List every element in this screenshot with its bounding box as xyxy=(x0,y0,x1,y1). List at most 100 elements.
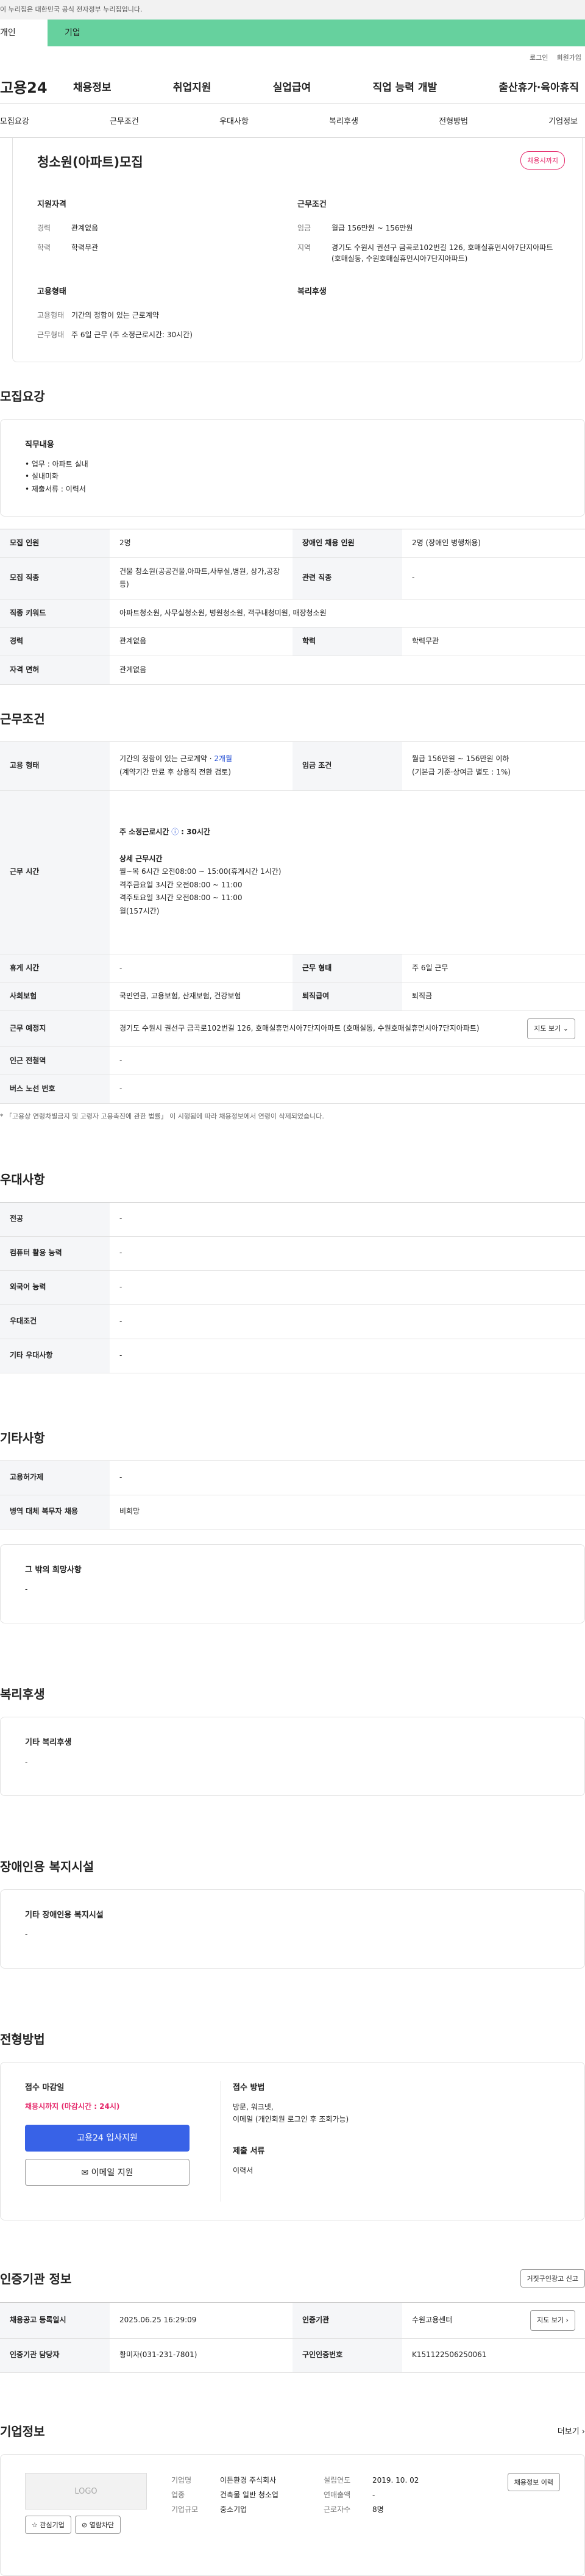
deadline-label: 접수 마감일 xyxy=(25,2083,65,2092)
pay-range: 월급 156만원 ~ 156만원 이하 xyxy=(412,754,509,764)
company-more-link[interactable]: 더보기 › xyxy=(558,2425,585,2436)
cell-key: 직종 키워드 xyxy=(0,599,110,628)
table-row: 사회보험 국민연금, 고용보험, 산재보험, 건강보험 퇴직급여 퇴직금 xyxy=(0,982,585,1011)
welfare-title: 복리후생 xyxy=(297,287,327,296)
disabled-box: 기타 장애인용 복지시설 - xyxy=(0,1889,585,1969)
cell-value: - xyxy=(402,557,585,599)
company-name-label: 기업명 xyxy=(171,2475,192,2485)
duty-item: • 실내미화 xyxy=(25,472,59,481)
favorite-company-button[interactable]: ☆ 관심기업 xyxy=(25,2515,71,2534)
other-wishes-label: 그 밖의 희망사항 xyxy=(25,1565,82,1575)
corporate-tab[interactable]: 기업 xyxy=(48,20,585,46)
cell-key: 근무 형태 xyxy=(292,954,402,983)
disabled-value: - xyxy=(25,1930,28,1939)
apply-button[interactable]: 고용24 입사지원 xyxy=(25,2124,190,2152)
etc-title: 기타사항 xyxy=(0,1430,45,1445)
block-company-button[interactable]: ⊘ 열람차단 xyxy=(74,2515,121,2534)
sales: - xyxy=(372,2490,375,2499)
gnb-parental-leave[interactable]: 출산휴가·육아휴직 xyxy=(498,79,579,94)
work-title: 근무조건 xyxy=(297,200,327,209)
table-row: 인근 전철역 - xyxy=(0,1046,585,1076)
cell-value: - xyxy=(110,1075,585,1104)
cell-key: 우대조건 xyxy=(0,1304,110,1339)
subnav-screening[interactable]: 전형방법 xyxy=(439,115,468,126)
table-row: 외국어 능력 - xyxy=(0,1270,585,1305)
recruit-table: 모집 인원 2명 장애인 채용 인원 2명 (장애인 병행채용) 모집 직종 건물 청소… xyxy=(0,529,585,685)
cell-key: 관련 직종 xyxy=(292,557,402,599)
cell-value: 경기도 수원시 권선구 금곡로102번길 126, 호매실휴먼시아7단지아파트 … xyxy=(110,1011,585,1047)
cert-map-button[interactable]: 지도 보기 › xyxy=(530,2309,575,2331)
emp-note: (계약기간 만료 후 상용직 전환 검토) xyxy=(119,768,231,777)
subnav-welfare[interactable]: 복리후생 xyxy=(329,115,358,126)
table-row: 모집 인원 2명 장애인 채용 인원 2명 (장애인 병행채용) xyxy=(0,529,585,558)
cell-value: 월급 156만원 ~ 156만원 이하 (기본급 기준·상여금 별도 : 1%) xyxy=(402,742,585,791)
welfare-label: 기타 복리후생 xyxy=(25,1737,72,1747)
signup-link[interactable]: 회원가입 xyxy=(557,54,581,62)
cell-key: 버스 노선 번호 xyxy=(0,1075,110,1104)
gnb-employment-support[interactable]: 취업지원 xyxy=(173,79,211,94)
cell-value: 2025.06.25 16:29:09 xyxy=(110,2302,292,2339)
docs-value: 이력서 xyxy=(233,2166,254,2175)
industry: 건축물 일반 청소업 xyxy=(220,2490,278,2499)
table-row: 모집 직종 건물 청소원(공공건물,아파트,사무실,병원, 상가,공장 등) 관련 … xyxy=(0,557,585,599)
edu-value: 학력무관 xyxy=(71,243,99,252)
disabled-label: 기타 장애인용 복지시설 xyxy=(25,1910,104,1920)
cert-table: 채용공고 등록일시 2025.06.25 16:29:09 인증기관 수원고용센터 지도… xyxy=(0,2302,585,2373)
report-fake-ad-button[interactable]: 거짓구인광고 신고 xyxy=(520,2269,585,2288)
cell-key: 자격 면허 xyxy=(0,656,110,685)
map-view-button[interactable]: 지도 보기 ⌄ xyxy=(527,1018,575,1039)
favorite-label: 관심기업 xyxy=(40,2521,65,2529)
cell-value: 주 6일 근무 xyxy=(402,954,585,983)
duty-label: 직무내용 xyxy=(25,440,54,449)
est-label: 설립연도 xyxy=(324,2475,351,2485)
cell-key: 학력 xyxy=(292,627,402,656)
table-row: 버스 노선 번호 - xyxy=(0,1075,585,1104)
job-history-button[interactable]: 채용정보 이력 xyxy=(507,2472,560,2491)
personal-tab[interactable]: 개인 xyxy=(0,20,48,46)
cell-value: 기간의 정함이 있는 근로계약 · 2개월 (계약기간 만료 후 상용직 전환 검… xyxy=(110,742,292,791)
subnav-recruit[interactable]: 모집요강 xyxy=(0,115,29,126)
contract-period: 2개월 xyxy=(214,754,233,764)
gnb-jobs[interactable]: 채용정보 xyxy=(73,79,112,94)
table-row: 경력 관계없음 학력 학력무관 xyxy=(0,627,585,656)
login-link[interactable]: 로그인 xyxy=(530,54,548,62)
cell-key: 고용허가제 xyxy=(0,1461,110,1495)
table-row: 병역 대체 복무자 채용 비희망 xyxy=(0,1495,585,1530)
company-title: 기업정보 xyxy=(0,2424,45,2439)
disabled-title: 장애인용 복지시설 xyxy=(0,1859,94,1874)
gnb-unemployment-benefit[interactable]: 실업급여 xyxy=(273,79,311,94)
gnb-job-training[interactable]: 직업 능력 개발 xyxy=(372,79,437,94)
detail-line: 격주토요일 3시간 오전08:00 ~ 11:00 xyxy=(119,893,243,903)
cell-value: - xyxy=(110,1046,585,1076)
table-row: 고용허가제 - xyxy=(0,1461,585,1495)
method-item: 방문, 워크넷, xyxy=(233,2102,274,2111)
email-icon: ✉ xyxy=(81,2167,89,2178)
cell-value: - xyxy=(110,1270,585,1305)
info-icon[interactable]: ⓘ xyxy=(171,828,179,836)
pref-title: 우대사항 xyxy=(0,1172,45,1187)
method-item: 이메일 (개인회원 로그인 후 조회가능) xyxy=(233,2115,349,2124)
subnav-conditions[interactable]: 근무조건 xyxy=(110,115,139,126)
cell-key: 전공 xyxy=(0,1202,110,1237)
hours-value: 주 6일 근무 (주 소정근로시간: 30시간) xyxy=(71,331,193,339)
work-place: 경기도 수원시 권선구 금곡로102번길 126, 호매실휴먼시아7단지아파트 … xyxy=(119,1023,480,1032)
edu-label: 학력 xyxy=(37,243,51,252)
cell-value: 수원고용센터 지도 보기 › xyxy=(402,2302,585,2339)
site-logo[interactable]: 고용24 xyxy=(0,76,73,97)
company-box: LOGO ☆ 관심기업 ⊘ 열람차단 기업명 이든환경 주식회사 업종 건축물 일반… xyxy=(0,2453,585,2576)
cell-value: 건물 청소원(공공건물,아파트,사무실,병원, 상가,공장 등) xyxy=(110,557,292,599)
subnav-preferences[interactable]: 우대사항 xyxy=(219,115,249,126)
cell-key: 근무 예정지 xyxy=(0,1011,110,1047)
cell-key: 모집 직종 xyxy=(0,557,110,599)
job-summary-card: 청소원(아파트)모집 채용시까지 지원자격 경력 관계없음 학력 학력무관 근무조건… xyxy=(12,138,583,362)
subnav-company[interactable]: 기업정보 xyxy=(548,115,578,126)
email-apply-button[interactable]: ✉ 이메일 지원 xyxy=(25,2158,190,2186)
duty-item: • 업무 : 아파트 실내 xyxy=(25,460,88,468)
cell-key: 고용 형태 xyxy=(0,742,110,791)
star-icon: ☆ xyxy=(32,2521,38,2529)
cell-value: 아파트청소원, 사무실청소원, 병원청소원, 객구내청미원, 매장청소원 xyxy=(110,599,585,628)
employees-label: 근로자수 xyxy=(324,2505,351,2514)
emp-title: 고용형태 xyxy=(37,287,66,296)
welfare-value: - xyxy=(25,1757,28,1766)
detail-hours-title: 상세 근무시간 xyxy=(119,854,163,863)
